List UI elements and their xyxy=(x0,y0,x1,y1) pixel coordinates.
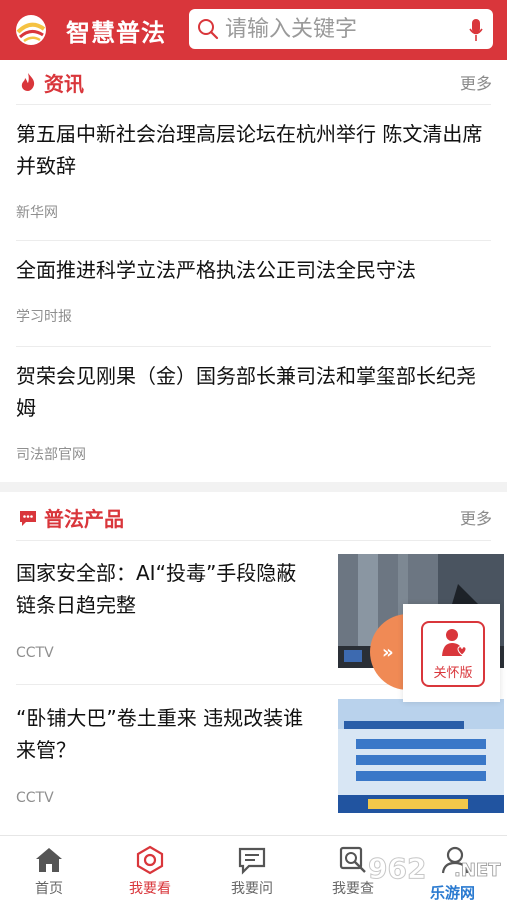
divider xyxy=(16,346,491,347)
app-root: 智慧普法 资讯 更多 第五届中新社会治理高层论坛在杭州举行 陈文清出席并致辞 新… xyxy=(0,0,507,903)
care-mode-label: 关怀版 xyxy=(433,666,473,681)
news-item[interactable]: 第五届中新社会治理高层论坛在杭州举行 陈文清出席并致辞 新华网 xyxy=(16,118,491,224)
divider xyxy=(16,104,491,105)
app-title: 智慧普法 xyxy=(66,17,166,47)
product-thumbnail[interactable] xyxy=(338,699,504,813)
product-section-header: 普法产品 更多 xyxy=(0,497,507,537)
divider xyxy=(16,240,491,241)
person-heart-icon xyxy=(442,629,467,656)
watch-icon xyxy=(136,845,164,875)
site-watermark: 962 .NET 乐游网 xyxy=(362,848,507,903)
news-source: 司法部官网 xyxy=(16,447,86,463)
flame-icon xyxy=(21,73,35,91)
news-section-title: 资讯 xyxy=(44,71,84,96)
section-gap xyxy=(0,482,507,492)
nav-item-home[interactable]: 首页 xyxy=(0,836,99,903)
news-title: 贺荣会见刚果（金）国务部长兼司法和掌玺部长纪尧姆 xyxy=(16,364,476,420)
product-item[interactable]: “卧铺大巴”卷土重来 违规改装谁来管？ CCTV xyxy=(16,702,316,812)
nav-item-ask[interactable]: 我要问 xyxy=(202,836,302,903)
news-more-link[interactable]: 更多 xyxy=(460,70,492,94)
care-mode-frame: 关怀版 xyxy=(421,621,485,687)
double-chevron-right-icon: » xyxy=(382,642,394,663)
search-input[interactable] xyxy=(225,16,465,42)
nav-label: 我要看 xyxy=(129,881,171,897)
product-title: 国家安全部：AI“投毒”手段隐蔽 链条日趋完整 xyxy=(16,561,297,617)
news-source: 新华网 xyxy=(16,205,58,221)
search-bar[interactable] xyxy=(189,9,493,49)
nav-item-watch[interactable]: 我要看 xyxy=(100,836,200,903)
news-section-header: 资讯 更多 xyxy=(0,62,507,102)
news-title: 第五届中新社会治理高层论坛在杭州举行 陈文清出席并致辞 xyxy=(16,122,483,178)
care-mode-button[interactable]: 关怀版 xyxy=(403,604,500,702)
chat-icon xyxy=(238,847,266,875)
search-icon xyxy=(198,19,219,40)
product-title: “卧铺大巴”卷土重来 违规改装谁来管？ xyxy=(16,706,304,762)
app-logo-icon xyxy=(14,13,48,47)
divider xyxy=(16,540,491,541)
watermark-site-name: 乐游网 xyxy=(430,884,475,902)
product-section-title: 普法产品 xyxy=(44,506,124,531)
top-header: 智慧普法 xyxy=(0,0,507,60)
watermark-net: .NET xyxy=(454,860,501,881)
product-source: CCTV xyxy=(16,645,54,661)
product-item[interactable]: 国家安全部：AI“投毒”手段隐蔽 链条日趋完整 CCTV xyxy=(16,557,316,667)
home-icon xyxy=(36,848,62,872)
news-item[interactable]: 全面推进科学立法严格执法公正司法全民守法 学习时报 xyxy=(16,254,491,330)
microphone-icon[interactable] xyxy=(469,18,483,42)
nav-label: 我要问 xyxy=(231,881,273,897)
news-title: 全面推进科学立法严格执法公正司法全民守法 xyxy=(16,258,416,282)
watermark-962: 962 xyxy=(368,852,426,885)
product-source: CCTV xyxy=(16,790,54,806)
speech-bubble-icon xyxy=(20,511,36,526)
product-more-link[interactable]: 更多 xyxy=(460,505,492,529)
news-source: 学习时报 xyxy=(16,309,72,325)
nav-label: 首页 xyxy=(35,881,63,897)
news-item[interactable]: 贺荣会见刚果（金）国务部长兼司法和掌玺部长纪尧姆 司法部官网 xyxy=(16,360,491,466)
